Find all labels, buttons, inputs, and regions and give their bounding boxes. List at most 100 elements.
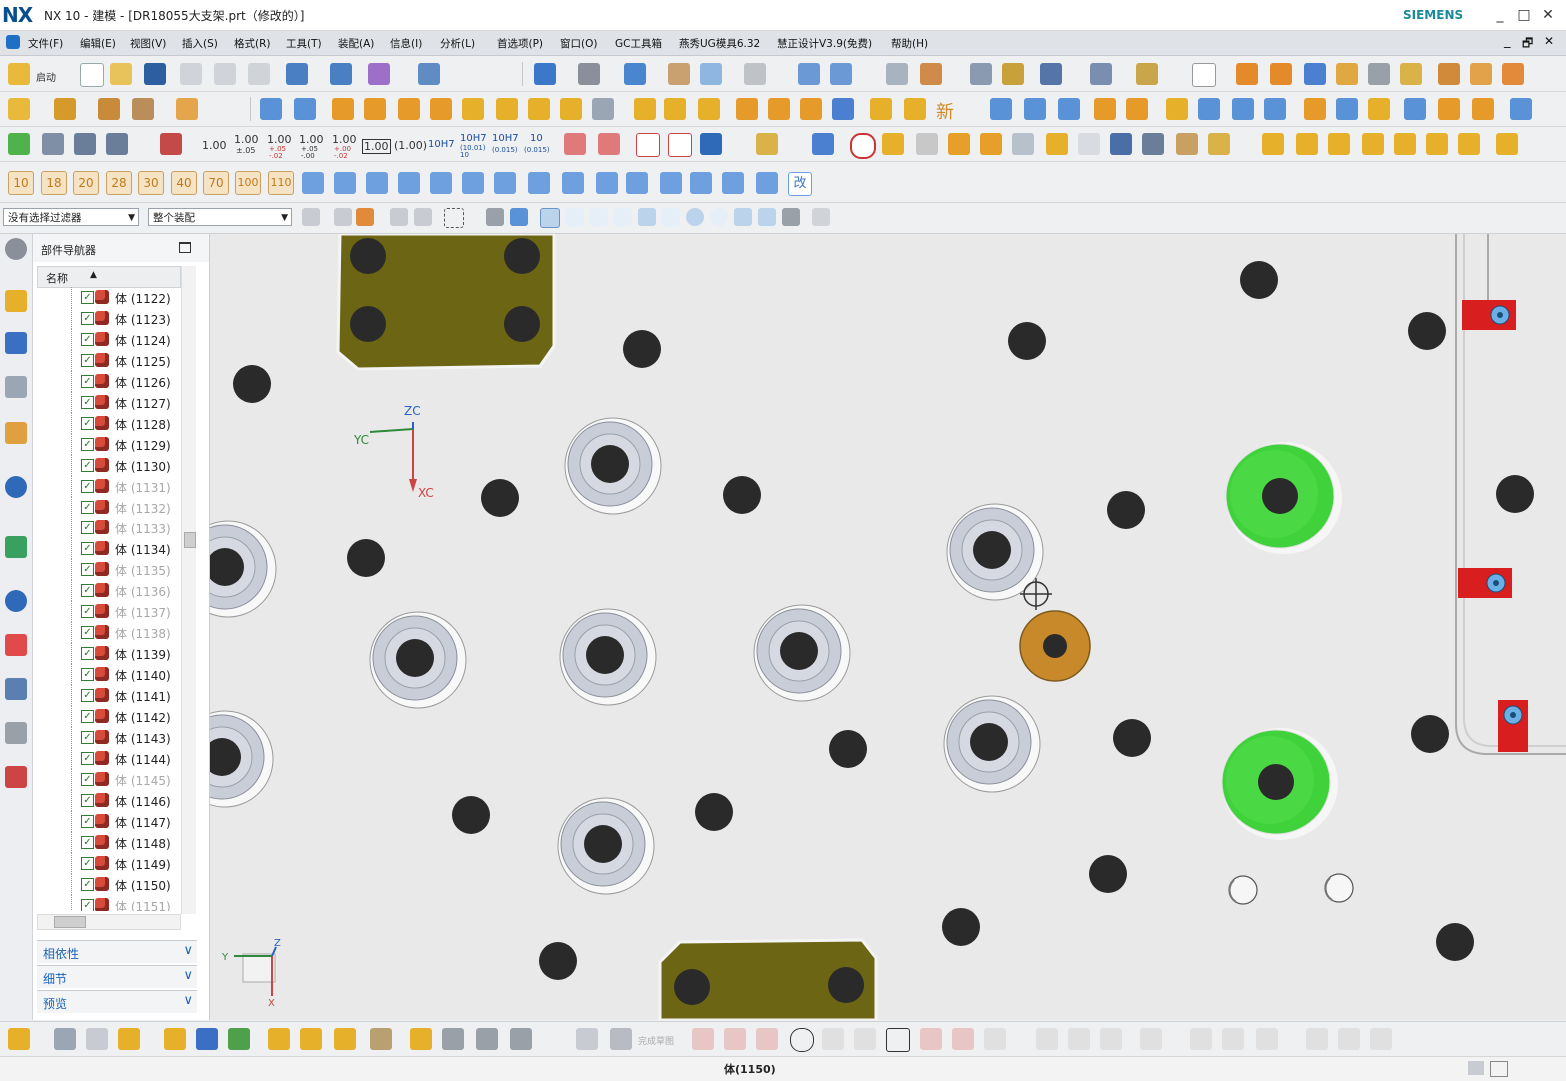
tree-row[interactable]: ✓ 体 (1146) — [33, 789, 183, 811]
parts-icon[interactable] — [1208, 133, 1230, 155]
curve-icon[interactable] — [1046, 133, 1068, 155]
lightning-icon[interactable] — [812, 133, 834, 155]
visibility-checkbox[interactable]: ✓ — [81, 689, 94, 703]
bar-icon[interactable] — [1368, 98, 1390, 120]
doc-restore-button[interactable]: 🗗 — [1522, 34, 1533, 55]
snap-icon[interactable] — [1040, 63, 1062, 85]
tool-icon[interactable] — [442, 1028, 464, 1050]
green-part-upper[interactable] — [1225, 442, 1342, 554]
visibility-checkbox[interactable]: ✓ — [81, 291, 94, 304]
dim-fit-3[interactable]: 10H7 — [492, 133, 519, 144]
green-part-lower[interactable] — [1221, 728, 1338, 840]
tree-row[interactable]: ✓ 体 (1145) — [33, 768, 183, 790]
cut-icon[interactable] — [180, 63, 202, 85]
snap-control-icon[interactable] — [638, 208, 656, 226]
visibility-checkbox[interactable]: ✓ — [81, 353, 94, 367]
pin-icon[interactable] — [634, 98, 656, 120]
system-material-icon[interactable] — [5, 634, 27, 656]
size-28-button[interactable]: 28 — [106, 171, 132, 195]
sketch-circle-icon[interactable] — [790, 1028, 814, 1052]
menu-analysis[interactable]: 分析(L) — [440, 36, 475, 51]
visibility-checkbox[interactable]: ✓ — [81, 668, 94, 682]
palette-icon[interactable] — [916, 133, 938, 155]
profile-3-icon[interactable] — [366, 172, 388, 194]
new-label[interactable]: 新 — [936, 98, 954, 124]
size-100-button[interactable]: 100 — [235, 171, 261, 195]
tree-row[interactable]: ✓ 体 (1132) — [33, 496, 183, 518]
visibility-checkbox[interactable]: ✓ — [81, 877, 94, 891]
shading-icon[interactable] — [578, 63, 600, 85]
size-10-button[interactable]: 10 — [8, 171, 34, 195]
menu-info[interactable]: 信息(I) — [390, 36, 422, 51]
tree-row[interactable]: ✓ 体 (1138) — [33, 622, 183, 644]
tree-row[interactable]: ✓ 体 (1150) — [33, 873, 183, 895]
move-component-icon[interactable] — [164, 1028, 186, 1050]
sheet-metal-icon[interactable] — [980, 133, 1002, 155]
block-icon[interactable] — [1304, 63, 1326, 85]
sheet-icon[interactable] — [1192, 63, 1216, 87]
tree-row[interactable]: ✓ 体 (1140) — [33, 664, 183, 686]
table-icon[interactable] — [42, 133, 64, 155]
graphics-window[interactable]: ZC YC XC Y Z X — [210, 234, 1566, 1020]
minimize-button[interactable]: _ — [1490, 5, 1510, 25]
profile-2-icon[interactable] — [334, 172, 356, 194]
list-icon[interactable] — [74, 133, 96, 155]
box-icon[interactable] — [948, 133, 970, 155]
visibility-checkbox[interactable]: ✓ — [81, 374, 94, 388]
line-icon[interactable] — [832, 98, 854, 120]
navigator-horizontal-scrollbar[interactable] — [37, 914, 181, 930]
dots-icon[interactable] — [1502, 63, 1524, 85]
red-clamp-2[interactable] — [1458, 568, 1512, 598]
array-icon[interactable] — [268, 1028, 290, 1050]
profile-12-icon[interactable] — [660, 172, 682, 194]
pin-hole[interactable] — [1240, 261, 1278, 299]
sketch-spline-icon[interactable] — [920, 1028, 942, 1050]
visibility-checkbox[interactable]: ✓ — [81, 647, 94, 661]
align-icon[interactable] — [1024, 98, 1046, 120]
house-icon[interactable] — [1458, 133, 1480, 155]
menu-help[interactable]: 帮助(H) — [891, 36, 928, 51]
lifter-icon[interactable] — [528, 98, 550, 120]
dependencies-section[interactable]: 相依性 ∨ — [37, 940, 197, 963]
pin-hole[interactable] — [1089, 855, 1127, 893]
pin-hole[interactable] — [1436, 923, 1474, 961]
snap-grid-icon[interactable] — [812, 208, 830, 226]
menu-yanxiu-ug[interactable]: 燕秀UG模具6.32 — [679, 36, 760, 51]
diameter-icon[interactable] — [636, 133, 660, 157]
snap-perpendicular-icon[interactable] — [662, 208, 680, 226]
solid-icon[interactable] — [1012, 133, 1034, 155]
replace-icon[interactable] — [300, 1028, 322, 1050]
flag-icon[interactable] — [1166, 98, 1188, 120]
reuse-library-icon[interactable] — [5, 422, 27, 444]
tree-row[interactable]: ✓ 体 (1144) — [33, 747, 183, 769]
grid-icon[interactable] — [592, 98, 614, 120]
new-component-icon[interactable] — [118, 1028, 140, 1050]
nail-icon[interactable] — [1328, 133, 1350, 155]
visibility-checkbox[interactable]: ✓ — [81, 521, 94, 535]
tree-row[interactable]: ✓ 体 (1149) — [33, 852, 183, 874]
size-70-button[interactable]: 70 — [203, 171, 229, 195]
pin-hole[interactable] — [723, 476, 761, 514]
tree-row[interactable]: ✓ 体 (1130) — [33, 454, 183, 476]
profile-1-icon[interactable] — [302, 172, 324, 194]
pins-icon[interactable] — [1470, 63, 1492, 85]
white-dome-1[interactable] — [1228, 875, 1258, 905]
angle-icon[interactable] — [106, 133, 128, 155]
drafting-icon[interactable] — [886, 63, 908, 85]
web-browser-icon[interactable] — [5, 766, 27, 788]
datum-icon[interactable] — [598, 133, 620, 155]
clock-icon[interactable] — [5, 590, 27, 612]
olive-block-bottom[interactable] — [658, 938, 878, 1020]
offset-icon[interactable] — [1058, 98, 1080, 120]
internet-icon[interactable] — [5, 476, 27, 498]
guide-bushing[interactable] — [369, 611, 467, 709]
selection-filter-dropdown[interactable]: 没有选择过滤器 ▼ — [3, 208, 139, 226]
size-110-button[interactable]: 110 — [268, 171, 294, 195]
tree-row[interactable]: ✓ 体 (1142) — [33, 706, 183, 727]
pin-hole[interactable] — [1408, 312, 1446, 350]
pattern-icon[interactable] — [260, 98, 282, 120]
settings-gear-icon[interactable] — [5, 238, 27, 260]
sketch-line-icon[interactable] — [724, 1028, 746, 1050]
tree-row[interactable]: ✓ 体 (1151) — [33, 894, 183, 911]
prohibit-icon[interactable] — [850, 133, 876, 159]
